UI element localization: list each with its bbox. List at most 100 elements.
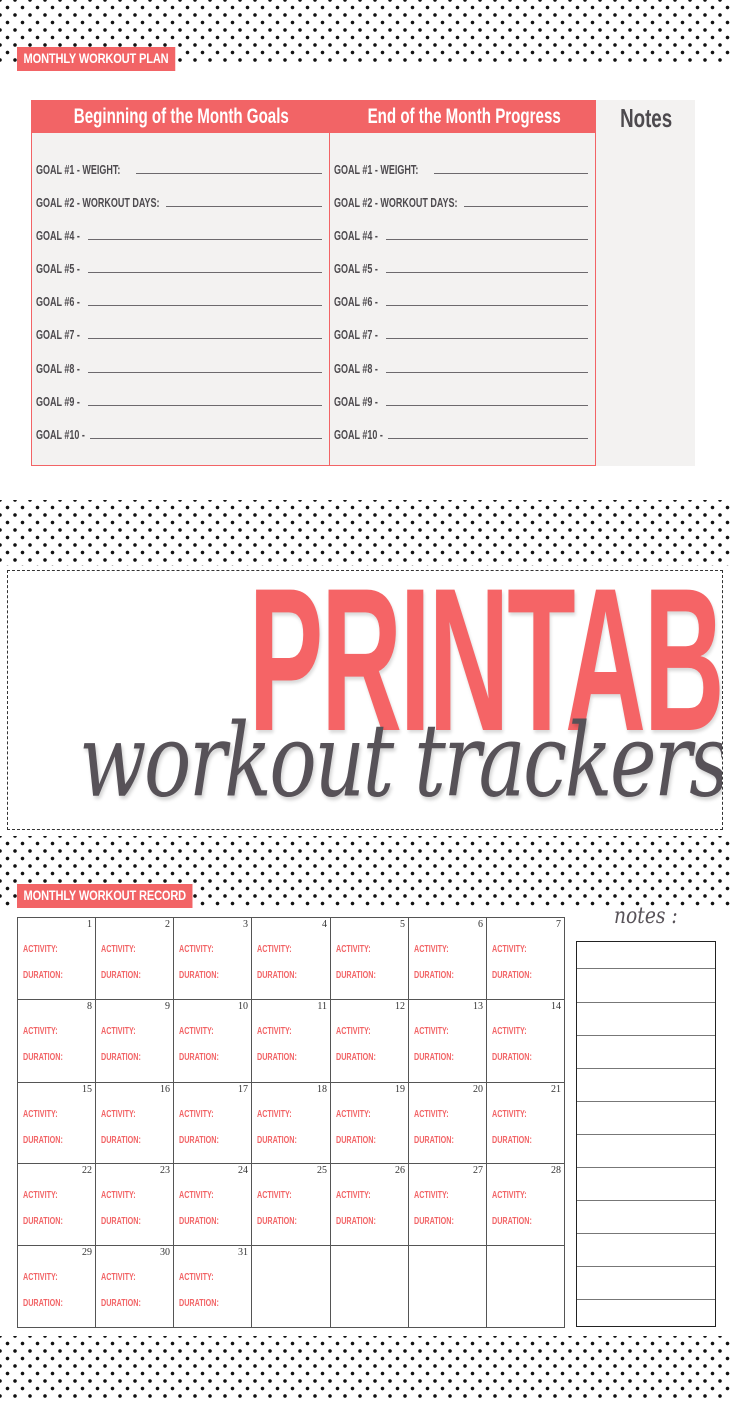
monthly-plan-table: Beginning of the Month Goals Goal #1 - W…	[31, 100, 695, 466]
goal-entry-line[interactable]	[386, 239, 588, 240]
calendar-day-cell[interactable]: 30 ACTIVITY: DURATION:	[96, 1246, 174, 1328]
goal-entry-line[interactable]	[386, 372, 588, 373]
day-number: 9	[165, 1001, 170, 1012]
goal-entry-line[interactable]	[88, 239, 322, 240]
goal-label: Goal #8 -	[334, 362, 378, 376]
goal-entry-line[interactable]	[88, 405, 322, 406]
goal-label: Goal #5 -	[334, 262, 378, 276]
goal-row: Goal #7 -	[36, 322, 325, 342]
calendar-day-cell[interactable]: 26 ACTIVITY: DURATION:	[331, 1164, 409, 1246]
calendar-day-cell[interactable]: 19 ACTIVITY: DURATION:	[331, 1083, 409, 1164]
plan-notes-header: Notes	[619, 103, 673, 133]
activity-label: ACTIVITY:	[23, 1026, 58, 1037]
calendar-day-cell[interactable]: 16 ACTIVITY: DURATION:	[96, 1083, 174, 1164]
goal-entry-line[interactable]	[388, 438, 588, 439]
goal-label: Goal #10 -	[36, 428, 85, 442]
activity-label: ACTIVITY:	[414, 1026, 449, 1037]
goal-entry-line[interactable]	[136, 173, 322, 174]
goal-label: Goal #2 - Workout Days:	[36, 196, 160, 210]
calendar-day-cell[interactable]: 22 ACTIVITY: DURATION:	[18, 1164, 96, 1246]
activity-label: ACTIVITY:	[336, 1026, 371, 1037]
duration-label: DURATION:	[336, 1135, 376, 1146]
calendar-day-cell[interactable]: 14 ACTIVITY: DURATION:	[487, 1000, 564, 1083]
goal-label: Goal #9 -	[36, 395, 80, 409]
activity-label: ACTIVITY:	[101, 944, 136, 955]
calendar-day-cell[interactable]: 1 ACTIVITY: DURATION:	[18, 918, 96, 1000]
day-number: 13	[473, 1001, 483, 1012]
calendar-day-cell[interactable]: 12 ACTIVITY: DURATION:	[331, 1000, 409, 1083]
duration-label: DURATION:	[492, 1052, 532, 1063]
day-number: 14	[551, 1001, 561, 1012]
calendar-day-cell[interactable]: 7 ACTIVITY: DURATION:	[487, 918, 564, 1000]
goal-entry-line[interactable]	[88, 305, 322, 306]
calendar-day-cell[interactable]	[252, 1246, 331, 1328]
day-number: 28	[551, 1165, 561, 1176]
goal-entry-line[interactable]	[464, 206, 588, 207]
calendar-day-cell[interactable]: 15 ACTIVITY: DURATION:	[18, 1083, 96, 1164]
monthly-calendar: 1 ACTIVITY: DURATION: 2 ACTIVITY: DURATION: 3 A…	[17, 917, 565, 1328]
calendar-day-cell[interactable]: 11 ACTIVITY: DURATION:	[252, 1000, 331, 1083]
calendar-day-cell[interactable]: 10 ACTIVITY: DURATION:	[174, 1000, 252, 1083]
calendar-day-cell[interactable]: 29 ACTIVITY: DURATION:	[18, 1246, 96, 1328]
duration-label: DURATION:	[23, 1298, 63, 1309]
goal-label: Goal #7 -	[334, 328, 378, 342]
calendar-day-cell[interactable]: 3 ACTIVITY: DURATION:	[174, 918, 252, 1000]
goal-entry-line[interactable]	[88, 272, 322, 273]
goal-entry-line[interactable]	[386, 305, 588, 306]
goal-row: Goal #6 -	[334, 289, 591, 309]
duration-label: DURATION:	[414, 1052, 454, 1063]
activity-label: ACTIVITY:	[492, 944, 527, 955]
day-number: 21	[551, 1084, 561, 1095]
calendar-day-cell[interactable]	[409, 1246, 487, 1328]
calendar-day-cell[interactable]: 18 ACTIVITY: DURATION:	[252, 1083, 331, 1164]
goal-entry-line[interactable]	[434, 173, 588, 174]
duration-label: DURATION:	[179, 1298, 219, 1309]
goal-row: Goal #7 -	[334, 322, 591, 342]
calendar-day-cell[interactable]: 6 ACTIVITY: DURATION:	[409, 918, 487, 1000]
notes-ruled-line	[577, 1134, 715, 1135]
calendar-day-cell[interactable]: 21 ACTIVITY: DURATION:	[487, 1083, 564, 1164]
duration-label: DURATION:	[492, 1135, 532, 1146]
calendar-day-cell[interactable]: 13 ACTIVITY: DURATION:	[409, 1000, 487, 1083]
notes-ruled-line	[577, 1266, 715, 1267]
calendar-day-cell[interactable]	[331, 1246, 409, 1328]
calendar-day-cell[interactable]: 4 ACTIVITY: DURATION:	[252, 918, 331, 1000]
day-number: 12	[395, 1001, 405, 1012]
goal-entry-line[interactable]	[386, 272, 588, 273]
notes-ruled-line	[577, 1002, 715, 1003]
calendar-day-cell[interactable]: 20 ACTIVITY: DURATION:	[409, 1083, 487, 1164]
goal-row: Goal #8 -	[334, 356, 591, 376]
calendar-day-cell[interactable]: 23 ACTIVITY: DURATION:	[96, 1164, 174, 1246]
calendar-day-cell[interactable]: 31 ACTIVITY: DURATION:	[174, 1246, 252, 1328]
day-number: 31	[238, 1247, 248, 1258]
duration-label: DURATION:	[179, 970, 219, 981]
activity-label: ACTIVITY:	[179, 1109, 214, 1120]
calendar-day-cell[interactable]: 8 ACTIVITY: DURATION:	[18, 1000, 96, 1083]
calendar-day-cell[interactable]: 5 ACTIVITY: DURATION:	[331, 918, 409, 1000]
goal-entry-line[interactable]	[386, 405, 588, 406]
calendar-day-cell[interactable]: 25 ACTIVITY: DURATION:	[252, 1164, 331, 1246]
goal-row: Goal #2 - Workout Days:	[36, 190, 325, 210]
goal-entry-line[interactable]	[386, 338, 588, 339]
activity-label: ACTIVITY:	[414, 1109, 449, 1120]
calendar-day-cell[interactable]	[487, 1246, 564, 1328]
calendar-day-cell[interactable]: 28 ACTIVITY: DURATION:	[487, 1164, 564, 1246]
goal-entry-line[interactable]	[90, 438, 322, 439]
goal-entry-line[interactable]	[88, 372, 322, 373]
goal-entry-line[interactable]	[88, 338, 322, 339]
calendar-day-cell[interactable]: 9 ACTIVITY: DURATION:	[96, 1000, 174, 1083]
activity-label: ACTIVITY:	[179, 944, 214, 955]
goal-entry-line[interactable]	[166, 206, 322, 207]
day-number: 1	[87, 919, 92, 930]
duration-label: DURATION:	[179, 1216, 219, 1227]
calendar-day-cell[interactable]: 24 ACTIVITY: DURATION:	[174, 1164, 252, 1246]
calendar-day-cell[interactable]: 27 ACTIVITY: DURATION:	[409, 1164, 487, 1246]
activity-label: ACTIVITY:	[179, 1190, 214, 1201]
goal-label: Goal #10 -	[334, 428, 383, 442]
calendar-day-cell[interactable]: 17 ACTIVITY: DURATION:	[174, 1083, 252, 1164]
duration-label: DURATION:	[23, 1052, 63, 1063]
calendar-day-cell[interactable]: 2 ACTIVITY: DURATION:	[96, 918, 174, 1000]
day-number: 30	[160, 1247, 170, 1258]
goal-row: Goal #1 - Weight:	[36, 157, 325, 177]
duration-label: DURATION:	[257, 1216, 297, 1227]
